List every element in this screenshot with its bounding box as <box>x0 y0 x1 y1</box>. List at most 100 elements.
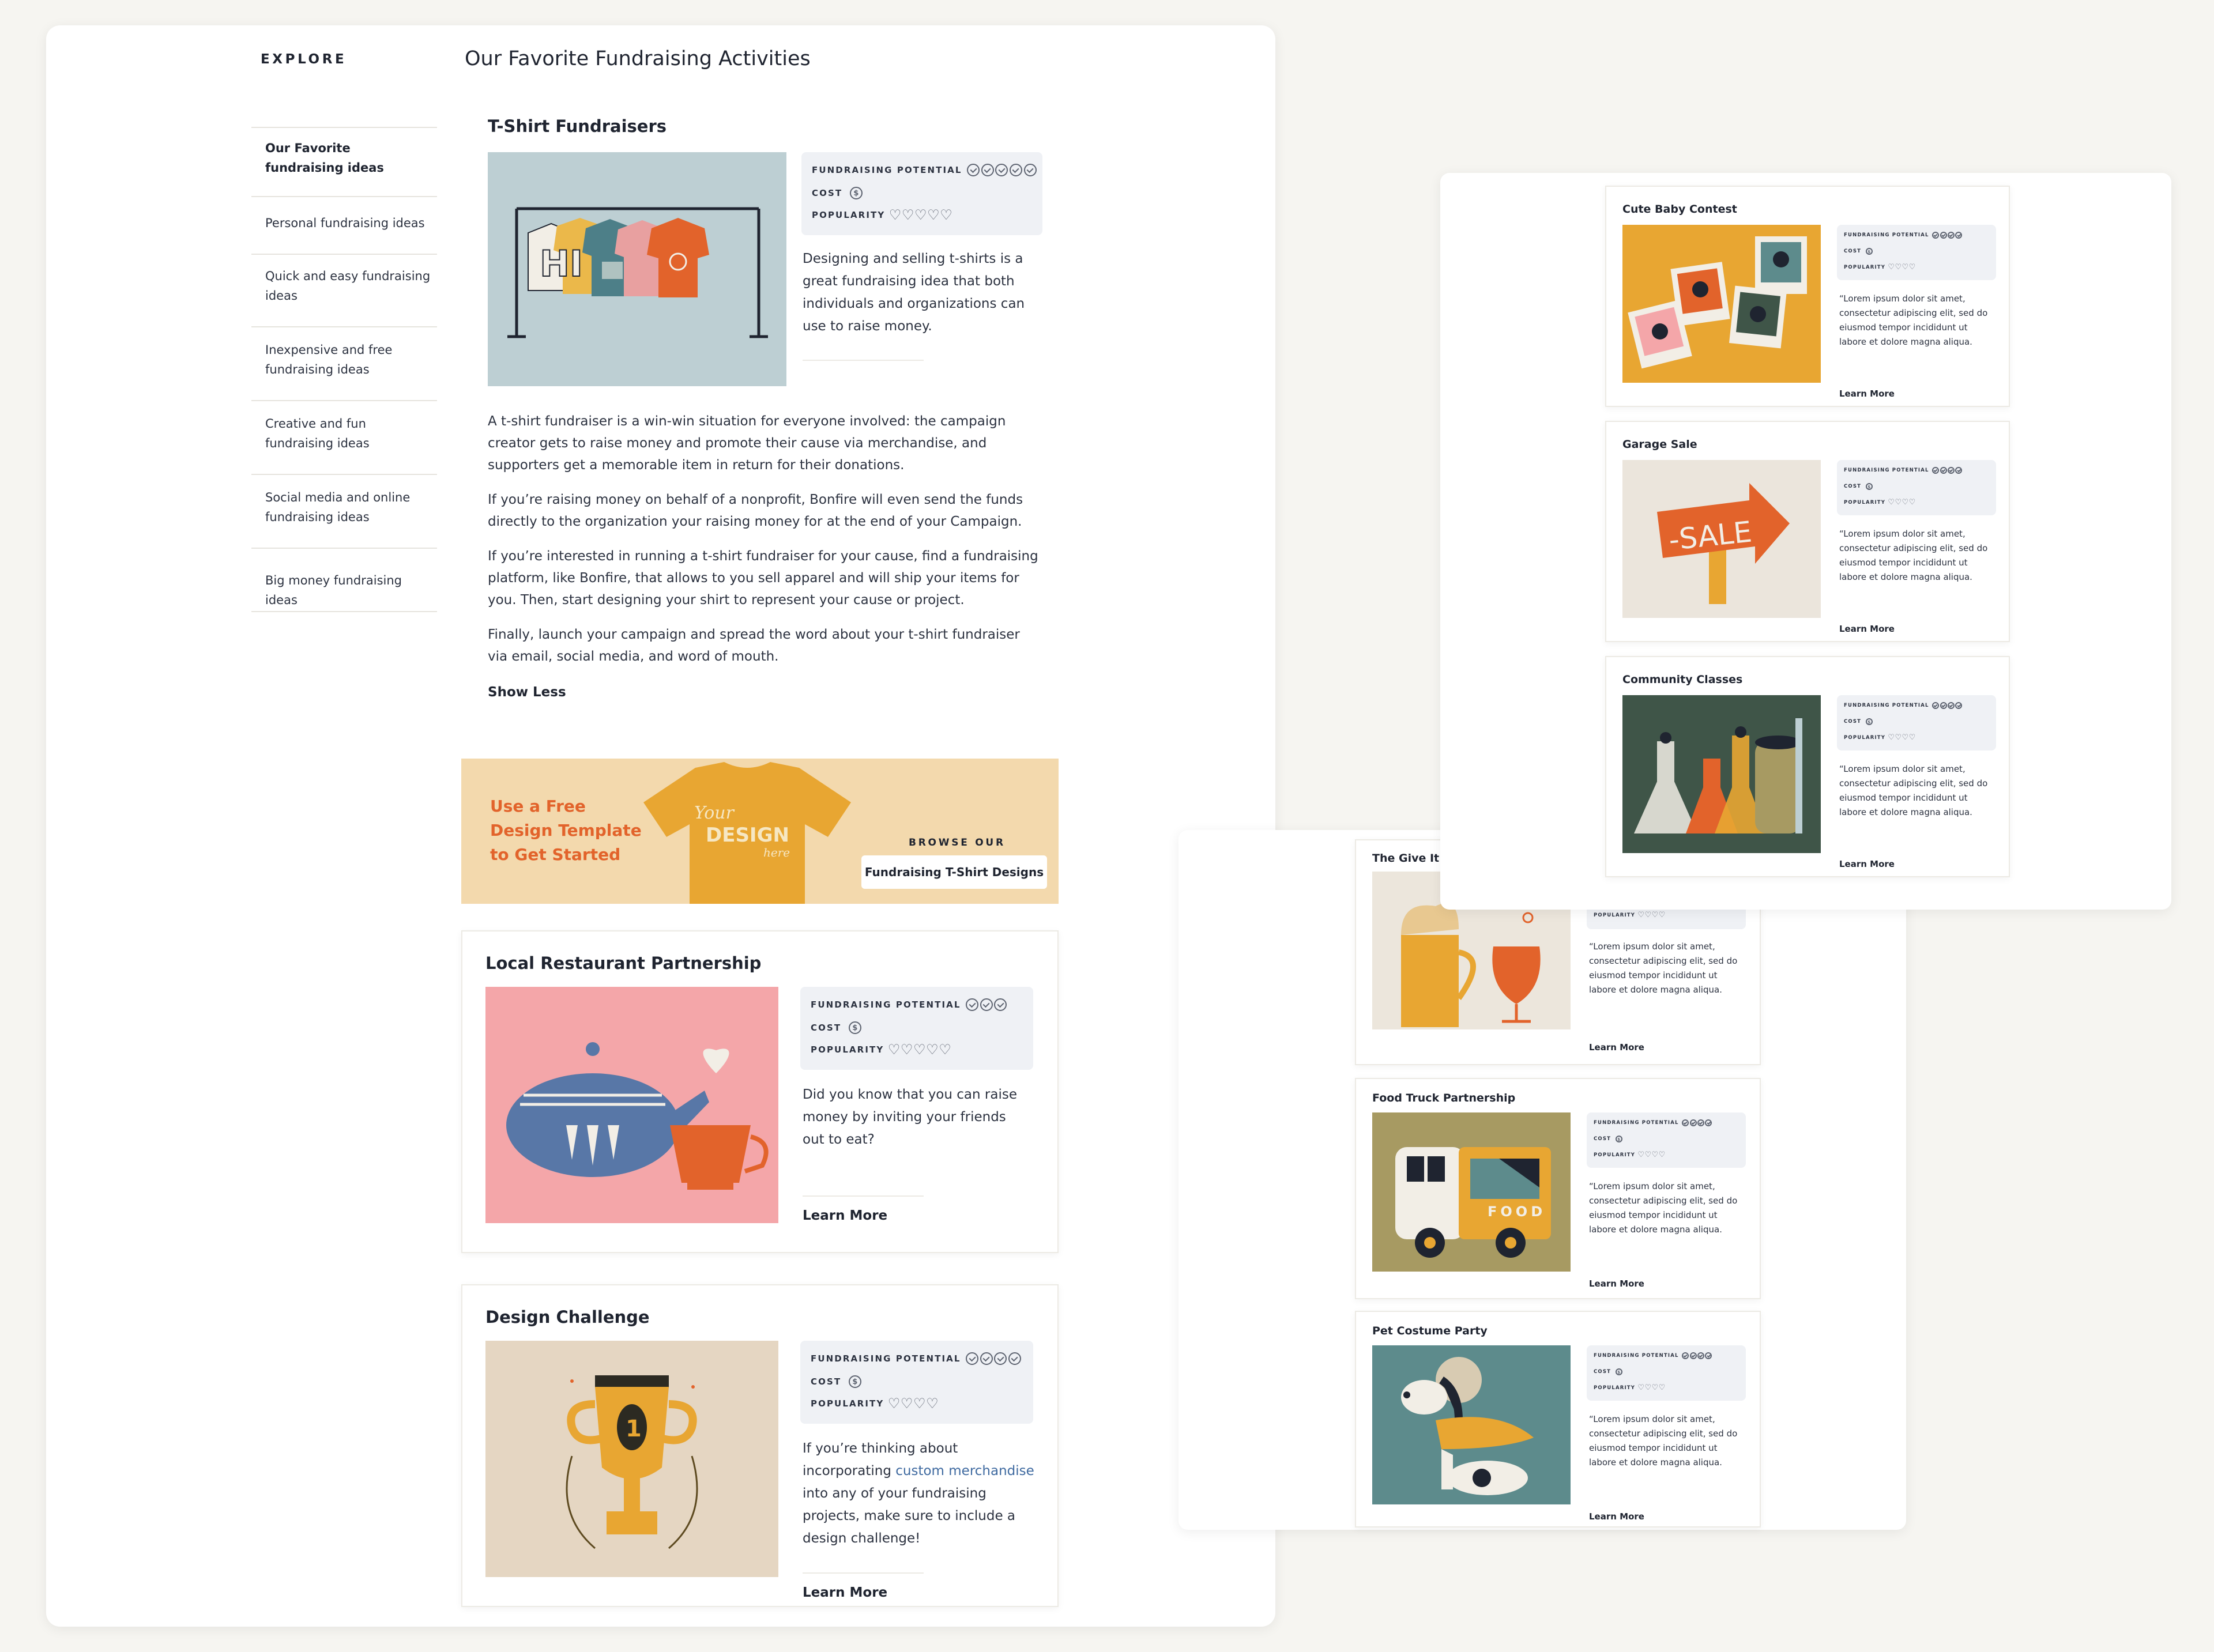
sidebar-item-big-money[interactable]: Big money fundraising ideas <box>265 571 432 610</box>
custom-merchandise-link[interactable]: custom merchandise <box>895 1464 1034 1478</box>
stat-label-cost: COST <box>1844 248 1862 254</box>
heart-icon: ♡ <box>1637 1151 1645 1160</box>
dollar-circle-icon: $ <box>849 187 863 199</box>
heart-icon: ♡ <box>940 206 952 223</box>
stat-label-popularity: POPULARITY <box>1594 1152 1636 1158</box>
check-circle-icon <box>994 998 1007 1011</box>
heart-icon: ♡ <box>1644 1383 1652 1393</box>
stat-label-cost: COST <box>1844 719 1862 725</box>
heart-icon: ♡ <box>887 1395 901 1412</box>
community-classes-card: Community Classes FUNDRAISING POTENTIAL C… <box>1605 656 2010 877</box>
check-circle-icon <box>1947 702 1955 709</box>
check-circle-icon <box>994 1352 1007 1365</box>
stat-row-popularity: POPULARITY ♡ ♡ ♡ ♡ <box>1844 499 1915 506</box>
banner-browse-label: BROWSE OUR <box>909 837 1006 848</box>
design-summary-post: into any of your fundraising projects, m… <box>803 1486 1015 1546</box>
tshirt-paragraph-4: Finally, launch your campaign and spread… <box>488 627 1020 664</box>
sidebar-item-favorite[interactable]: Our Favorite fundraising ideas <box>265 138 432 178</box>
tshirt-summary: Designing and selling t-shirts is a grea… <box>803 251 1025 334</box>
food-truck-card: Food Truck Partnership FOOD FUNDRAISING … <box>1355 1078 1761 1299</box>
baby-contest-learn-more[interactable]: Learn More <box>1839 389 1895 399</box>
heart-icon: ♡ <box>1651 1151 1659 1160</box>
banner-tshirt-illustration: Your DESIGN here <box>643 762 851 904</box>
food-truck-title: Food Truck Partnership <box>1372 1092 1516 1104</box>
stat-label-popularity: POPULARITY <box>1594 912 1636 918</box>
page-title: Our Favorite Fundraising Activities <box>465 47 811 70</box>
sidebar-item-quick-easy[interactable]: Quick and easy fundraising ideas <box>265 266 432 305</box>
baby-contest-illustration <box>1622 225 1821 383</box>
heart-icon: ♡ <box>939 1041 951 1058</box>
check-circle-icon <box>1008 1352 1022 1365</box>
garage-sale-learn-more[interactable]: Learn More <box>1839 624 1895 634</box>
garage-sale-title: Garage Sale <box>1622 438 1697 451</box>
check-circle-icon <box>1947 232 1955 239</box>
heart-icon: ♡ <box>926 1395 939 1412</box>
heart-icon: ♡ <box>1658 911 1666 920</box>
stat-label-potential: FUNDRAISING POTENTIAL <box>1594 1353 1679 1359</box>
middle-panel: The Give It U COST$POPULARITY♡♡♡♡ “Lorem… <box>1178 830 1906 1530</box>
heart-icon: ♡ <box>1888 733 1895 742</box>
stat-label-popularity: POPULARITY <box>812 210 886 220</box>
heart-icon: ♡ <box>1902 263 1909 272</box>
food-truck-learn-more[interactable]: Learn More <box>1589 1278 1644 1289</box>
stat-label-potential: FUNDRAISING POTENTIAL <box>1844 232 1929 238</box>
community-classes-illustration <box>1622 695 1821 853</box>
stat-label-popularity: POPULARITY <box>811 1044 884 1055</box>
baby-contest-stats: FUNDRAISING POTENTIAL COST $ POPULARITY ♡ ♡ ♡ ♡ <box>1837 225 1996 280</box>
check-circle-icon <box>1697 1119 1704 1126</box>
stat-row-potential: FUNDRAISING POTENTIAL <box>811 998 1007 1011</box>
check-circle-icon <box>1940 467 1947 474</box>
sidebar-item-personal[interactable]: Personal fundraising ideas <box>265 213 432 233</box>
check-circle-icon <box>1932 232 1940 239</box>
heart-icon: ♡ <box>1895 263 1902 272</box>
stat-row-potential: FUNDRAISING POTENTIAL <box>812 164 1037 176</box>
restaurant-illustration <box>485 987 778 1223</box>
stat-label-popularity: POPULARITY <box>1844 500 1886 506</box>
design-template-banner: Use a Free Design Template to Get Starte… <box>461 759 1059 904</box>
check-circle-icon <box>966 1352 979 1365</box>
sidebar-item-social[interactable]: Social media and online fundraising idea… <box>265 488 432 527</box>
heart-icon: ♡ <box>1644 1151 1652 1160</box>
heart-icon: ♡ <box>1658 1151 1666 1160</box>
community-classes-learn-more[interactable]: Learn More <box>1839 859 1895 869</box>
sidebar-item-inexpensive[interactable]: Inexpensive and free fundraising ideas <box>265 340 432 379</box>
give-lorem: “Lorem ipsum dolor sit amet, consectetur… <box>1589 941 1738 995</box>
stat-label-potential: FUNDRAISING POTENTIAL <box>812 165 962 175</box>
community-classes-title: Community Classes <box>1622 673 1743 686</box>
garage-sale-card: Garage Sale -SALE FUNDRAISING POTENTIAL C… <box>1605 421 2010 642</box>
heart-icon: ♡ <box>1888 498 1895 507</box>
tshirt-paragraph-1: A t-shirt fundraiser is a win-win situat… <box>488 414 1006 473</box>
heart-icon: ♡ <box>1637 1383 1645 1393</box>
dollar-circle-icon: $ <box>1865 718 1873 725</box>
stat-label-potential: FUNDRAISING POTENTIAL <box>1844 703 1929 708</box>
pet-costume-learn-more[interactable]: Learn More <box>1589 1511 1644 1522</box>
dollar-circle-icon: $ <box>1615 1136 1622 1142</box>
give-learn-more[interactable]: Learn More <box>1589 1042 1644 1053</box>
banner-line-2: Design Template <box>490 821 642 840</box>
tshirt-paragraph-2: If you’re raising money on behalf of a n… <box>488 492 1023 529</box>
stat-row-popularity: POPULARITY ♡ ♡ ♡ ♡ <box>1594 911 1666 920</box>
design-stats: FUNDRAISING POTENTIAL COST $ POPULARITY ♡ ♡ ♡ ♡ <box>800 1341 1033 1424</box>
heart-icon: ♡ <box>1908 263 1916 272</box>
sidebar-item-creative[interactable]: Creative and fun fundraising ideas <box>265 414 432 453</box>
stat-row-popularity: POPULARITY ♡ ♡ ♡ ♡ ♡ <box>811 1041 951 1058</box>
heart-icon: ♡ <box>1644 911 1652 920</box>
design-card: Design Challenge 1 FUNDRAISING POTENTIAL… <box>461 1284 1059 1607</box>
fundraising-designs-button[interactable]: Fundraising T-Shirt Designs <box>861 855 1047 889</box>
check-circle-icon <box>1940 702 1947 709</box>
check-circle-icon <box>1955 702 1963 709</box>
baby-contest-card: Cute Baby Contest FUNDRAISING POTENTIAL C… <box>1605 186 2010 407</box>
design-learn-more[interactable]: Learn More <box>803 1585 887 1600</box>
restaurant-learn-more[interactable]: Learn More <box>803 1208 887 1223</box>
stat-row-popularity: POPULARITY ♡ ♡ ♡ ♡ <box>811 1397 939 1410</box>
heart-icon: ♡ <box>1637 911 1645 920</box>
heart-icon: ♡ <box>913 1395 926 1412</box>
show-less-button[interactable]: Show Less <box>488 685 566 700</box>
stat-row-popularity: POPULARITY ♡ ♡ ♡ ♡ <box>1594 1151 1666 1160</box>
truck-food-text: FOOD <box>1488 1204 1546 1220</box>
stat-label-potential: FUNDRAISING POTENTIAL <box>811 1353 961 1364</box>
stat-row-cost: COST $ <box>1594 1136 1622 1142</box>
stat-row-cost: COST $ <box>811 1375 861 1388</box>
stat-row-cost: COST $ <box>811 1021 861 1034</box>
heart-icon: ♡ <box>1651 911 1659 920</box>
